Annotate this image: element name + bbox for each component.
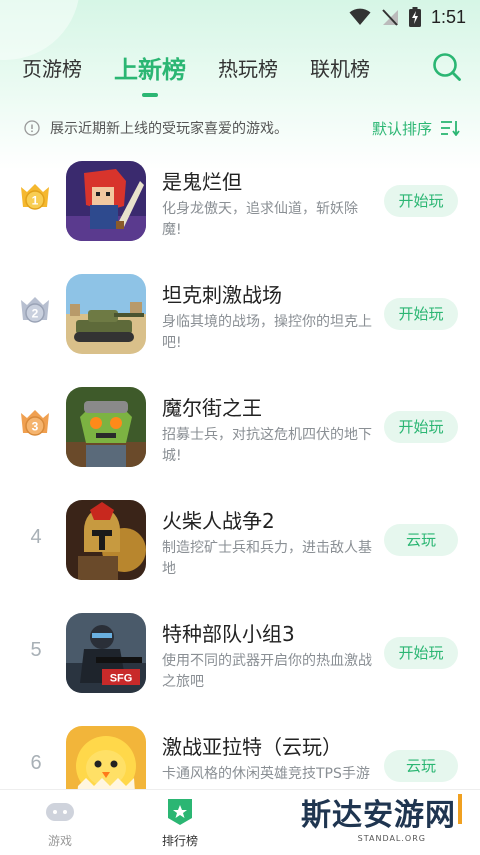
list-item[interactable]: 3 魔尔街之王 招募士兵，对抗这危机四伏的地下城! 开始玩	[0, 381, 480, 494]
silver-medal-icon: 2	[21, 297, 49, 323]
info-bar: 展示近期新上线的受玩家喜爱的游戏。 默认排序	[24, 116, 460, 140]
game-description: 使用不同的武器开启你的热血激战之旅吧	[162, 653, 372, 690]
sfg-badge: SFG	[110, 673, 133, 685]
game-title[interactable]: 特种部队小组3	[162, 618, 295, 647]
game-description: 制造挖矿士兵和兵力，进击敌人基地	[162, 540, 372, 577]
game-description: 招募士兵，对抗这危机四伏的地下城!	[162, 427, 372, 464]
medal-rank: 3	[32, 420, 39, 434]
bottom-nav: 游戏 排行榜 斯达安游网 STANDAL.ORG	[0, 789, 480, 855]
info-text: 展示近期新上线的受玩家喜爱的游戏。	[50, 121, 288, 137]
sort-button[interactable]: 默认排序	[372, 118, 460, 139]
status-time: 1:51	[430, 6, 466, 27]
ranking-tabs: 页游榜 上新榜 热玩榜 联机榜	[22, 44, 464, 97]
tab-multiplayer[interactable]: 联机榜	[310, 53, 370, 82]
watermark-text: 斯达安游网	[301, 798, 456, 833]
list-item[interactable]: 1 是鬼烂但 化身龙傲天，追求仙道，斩妖除魔! 开始玩	[0, 155, 480, 268]
tab-hot-games[interactable]: 热玩榜	[218, 53, 278, 82]
watermark-bar	[458, 794, 462, 824]
medal-rank: 1	[32, 194, 39, 208]
bronze-medal-icon: 3	[21, 410, 49, 436]
game-icon-sfg: SFG	[66, 613, 146, 693]
game-title[interactable]: 激战亚拉特（云玩）	[162, 731, 342, 760]
rank-number: 5	[30, 639, 42, 661]
status-bar: 1:51	[0, 0, 480, 34]
game-list: 1 是鬼烂但 化身龙傲天，追求仙道，斩妖除魔! 开始玩 2 坦克刺激战场 身临其…	[0, 155, 480, 833]
game-title[interactable]: 坦克刺激战场	[162, 279, 282, 308]
tab-web-games[interactable]: 页游榜	[22, 53, 82, 82]
start-play-button[interactable]: 开始玩	[384, 298, 458, 330]
tab-new-releases[interactable]: 上新榜	[114, 50, 186, 97]
game-title[interactable]: 火柴人战争2	[162, 505, 275, 534]
game-description: 卡通风格的休闲英雄竞技TPS手游	[162, 766, 370, 782]
cloud-play-button[interactable]: 云玩	[384, 524, 458, 556]
watermark-subtext: STANDAL.ORG	[357, 834, 426, 843]
nav-rankings[interactable]: 排行榜	[140, 798, 220, 849]
game-title[interactable]: 魔尔街之王	[162, 392, 262, 421]
medal-rank: 2	[32, 307, 39, 321]
gamepad-icon	[46, 803, 74, 821]
game-description: 化身龙傲天，追求仙道，斩妖除魔!	[162, 201, 358, 238]
game-icon-stickman	[66, 500, 146, 580]
list-item[interactable]: 2 坦克刺激战场 身临其境的战场，操控你的坦克上吧! 开始玩	[0, 268, 480, 381]
battery-charging-icon	[408, 7, 421, 27]
watermark: 斯达安游网 STANDAL.ORG	[301, 790, 462, 843]
game-icon-goblin	[66, 387, 146, 467]
start-play-button[interactable]: 开始玩	[384, 185, 458, 217]
list-item[interactable]: 5 SFG 特种部队小组3 使用不同的武器开启你的热血激战之旅吧 开始玩	[0, 607, 480, 720]
search-icon[interactable]	[430, 50, 464, 84]
gold-medal-icon: 1	[21, 184, 49, 210]
start-play-button[interactable]: 开始玩	[384, 411, 458, 443]
info-icon	[24, 120, 40, 136]
wifi-icon	[349, 8, 371, 25]
game-title[interactable]: 是鬼烂但	[162, 166, 242, 195]
nav-label: 排行榜	[161, 834, 198, 848]
nav-games[interactable]: 游戏	[20, 798, 100, 849]
list-item[interactable]: 4 火柴人战争2 制造挖矿士兵和兵力，进击敌人基地 云玩	[0, 494, 480, 607]
game-icon-ghost	[66, 161, 146, 241]
ranking-star-icon	[168, 799, 192, 825]
game-description: 身临其境的战场，操控你的坦克上吧!	[162, 314, 372, 351]
rank-number: 4	[30, 526, 42, 548]
game-icon-tank	[66, 274, 146, 354]
no-signal-icon	[382, 9, 398, 26]
sort-icon	[441, 121, 460, 136]
sort-label: 默认排序	[371, 119, 432, 138]
start-play-button[interactable]: 开始玩	[384, 637, 458, 669]
cloud-play-button[interactable]: 云玩	[384, 750, 458, 782]
rank-number: 6	[30, 752, 42, 774]
nav-label: 游戏	[47, 834, 72, 848]
